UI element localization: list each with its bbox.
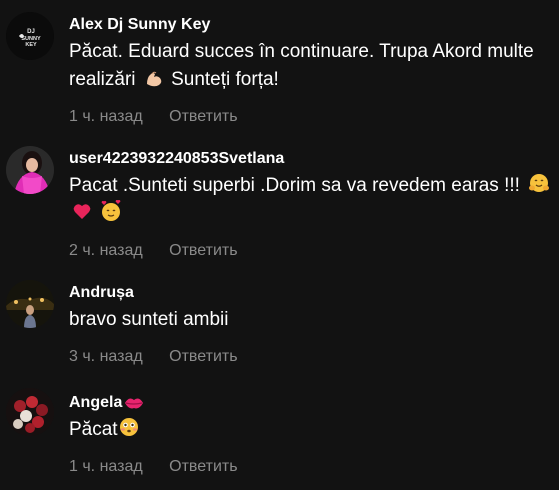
comment-list: DJ SUNNY KEY Alex Dj Sunny Key Păcat. Ed…	[0, 0, 559, 490]
smiling-face-hearts-emoji	[100, 200, 122, 222]
comment-author[interactable]: user4223932240853Svetlana	[69, 149, 551, 169]
heart-emoji	[72, 202, 92, 222]
avatar[interactable]	[6, 146, 54, 194]
comment-meta: 1 ч. назад Ответить	[69, 108, 551, 126]
comment-meta: 3 ч. назад Ответить	[69, 348, 551, 366]
comment-author[interactable]: Andrușa	[69, 283, 551, 303]
comment-text: bravo sunteti ambii	[69, 306, 551, 334]
reply-button[interactable]: Ответить	[169, 242, 237, 259]
reply-button[interactable]: Ответить	[169, 458, 237, 475]
hugging-face-emoji	[528, 172, 550, 194]
comment-text-main: Păcat	[69, 419, 118, 440]
comment-timestamp: 1 ч. назад	[69, 108, 143, 125]
avatar[interactable]	[6, 280, 54, 328]
comment-author[interactable]: Angela	[69, 393, 551, 413]
comment-text-main: bravo sunteti ambii	[69, 309, 229, 330]
svg-text:DJ: DJ	[27, 29, 35, 35]
svg-text:KEY: KEY	[25, 42, 37, 48]
kiss-mark-emoji	[123, 395, 145, 411]
comment-text: Păcat	[69, 416, 551, 444]
comment-author[interactable]: Alex Dj Sunny Key	[69, 15, 551, 35]
comment-text-tail: Sunteți forța!	[165, 69, 279, 90]
comment-text: Păcat. Eduard succes în continuare. Trup…	[69, 38, 551, 94]
flushed-face-emoji	[118, 416, 140, 438]
comment-text-main: Păcat. Eduard succes în continuare. Trup…	[69, 41, 534, 90]
avatar[interactable]	[6, 388, 54, 436]
reply-button[interactable]: Ответить	[169, 348, 237, 365]
comment-timestamp: 3 ч. назад	[69, 348, 143, 365]
comment-text: Pacat .Sunteti superbi .Dorim sa va reve…	[69, 172, 551, 228]
comment-meta: 1 ч. назад Ответить	[69, 458, 551, 476]
avatar[interactable]: DJ SUNNY KEY	[6, 12, 54, 60]
comment-text-main: Pacat .Sunteti superbi .Dorim sa va reve…	[69, 175, 520, 196]
comment-meta: 2 ч. назад Ответить	[69, 242, 551, 260]
comment-author-name: Angela	[69, 394, 123, 411]
flexed-biceps-emoji	[144, 68, 166, 88]
comment-timestamp: 1 ч. назад	[69, 458, 143, 475]
reply-button[interactable]: Ответить	[169, 108, 237, 125]
comment-timestamp: 2 ч. назад	[69, 242, 143, 259]
